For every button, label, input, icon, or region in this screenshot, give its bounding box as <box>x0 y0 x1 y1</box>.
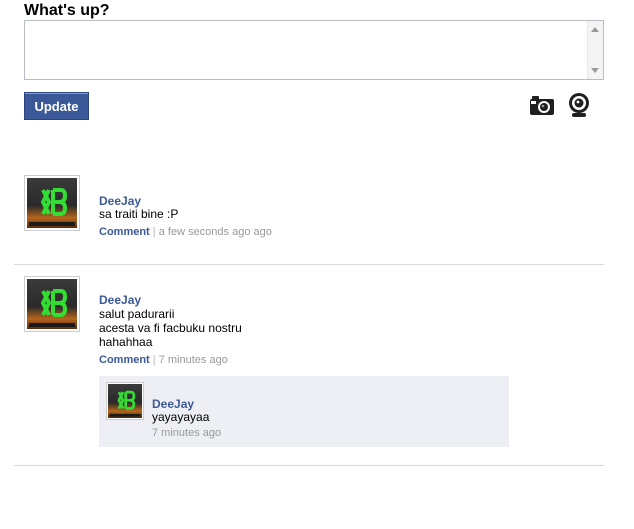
post-divider <box>14 264 604 265</box>
status-input-box[interactable] <box>24 20 604 80</box>
comment-link[interactable]: Comment <box>99 354 150 366</box>
reply-message: yayayayaa <box>152 410 210 424</box>
reply-timestamp: 7 minutes ago <box>152 427 222 439</box>
camera-icon[interactable] <box>529 94 555 116</box>
avatar[interactable] <box>24 276 80 332</box>
post-timestamp: a few seconds ago ago <box>158 226 272 238</box>
update-button[interactable]: Update <box>24 92 89 120</box>
post-divider <box>14 465 604 466</box>
post-author[interactable]: DeeJay <box>99 293 141 307</box>
scroll-down-arrow-icon[interactable] <box>591 68 599 73</box>
meta-separator: | <box>152 354 156 366</box>
post-meta: Comment | a few seconds ago ago <box>99 226 272 238</box>
avatar-image <box>27 178 77 228</box>
post-message: sa traiti bine :P <box>99 207 179 221</box>
comment-link[interactable]: Comment <box>99 226 150 238</box>
reply-comment: DeeJay yayayayaa 7 minutes ago <box>99 376 509 447</box>
avatar-image <box>108 384 142 418</box>
post-message: salut padurarii acesta va fi facbuku nos… <box>99 307 242 349</box>
status-input[interactable] <box>25 21 588 79</box>
scroll-up-arrow-icon[interactable] <box>591 27 599 32</box>
composer-title: What's up? <box>24 2 110 19</box>
reply-author[interactable]: DeeJay <box>152 397 194 411</box>
status-scrollbar[interactable] <box>587 21 603 79</box>
post-author[interactable]: DeeJay <box>99 194 141 208</box>
post-timestamp: 7 minutes ago <box>158 354 228 366</box>
avatar[interactable] <box>106 382 144 420</box>
post-meta: Comment | 7 minutes ago <box>99 354 228 366</box>
avatar[interactable] <box>24 175 80 231</box>
webcam-icon[interactable] <box>567 92 591 118</box>
avatar-image <box>27 279 77 329</box>
meta-separator: | <box>152 226 156 238</box>
